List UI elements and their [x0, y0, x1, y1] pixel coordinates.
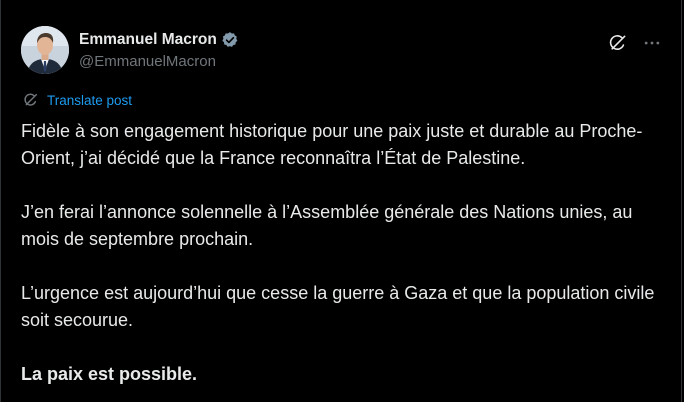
avatar-portrait-icon [21, 26, 69, 74]
more-dots-icon [644, 41, 660, 45]
translate-grok-icon [23, 92, 39, 108]
post-paragraph-3: L’urgence est aujourd’hui que cesse la g… [21, 283, 655, 330]
post-paragraph-1: Fidèle à son engagement historique pour … [21, 121, 643, 168]
author-names: Emmanuel Macron @EmmanuelMacron [79, 30, 239, 70]
display-name-row: Emmanuel Macron [79, 30, 239, 50]
post-header: Emmanuel Macron @EmmanuelMacron [21, 26, 665, 76]
post-paragraph-4: La paix est possible. [21, 364, 198, 384]
grok-icon [609, 35, 626, 50]
post-card: Emmanuel Macron @EmmanuelMacron Translat… [0, 0, 682, 402]
translate-post-label[interactable]: Translate post [47, 93, 132, 108]
header-actions [605, 30, 665, 56]
more-options-button[interactable] [639, 30, 665, 56]
translate-post-link[interactable]: Translate post [23, 92, 132, 108]
grok-button[interactable] [605, 30, 631, 56]
post-paragraph-2: J’en ferai l’annonce solennelle à l’Asse… [21, 202, 633, 249]
author-handle[interactable]: @EmmanuelMacron [79, 53, 239, 70]
avatar[interactable] [21, 26, 69, 74]
verified-badge-icon[interactable] [221, 31, 239, 49]
post-text: Fidèle à son engagement historique pour … [21, 118, 671, 388]
display-name[interactable]: Emmanuel Macron [79, 31, 217, 49]
